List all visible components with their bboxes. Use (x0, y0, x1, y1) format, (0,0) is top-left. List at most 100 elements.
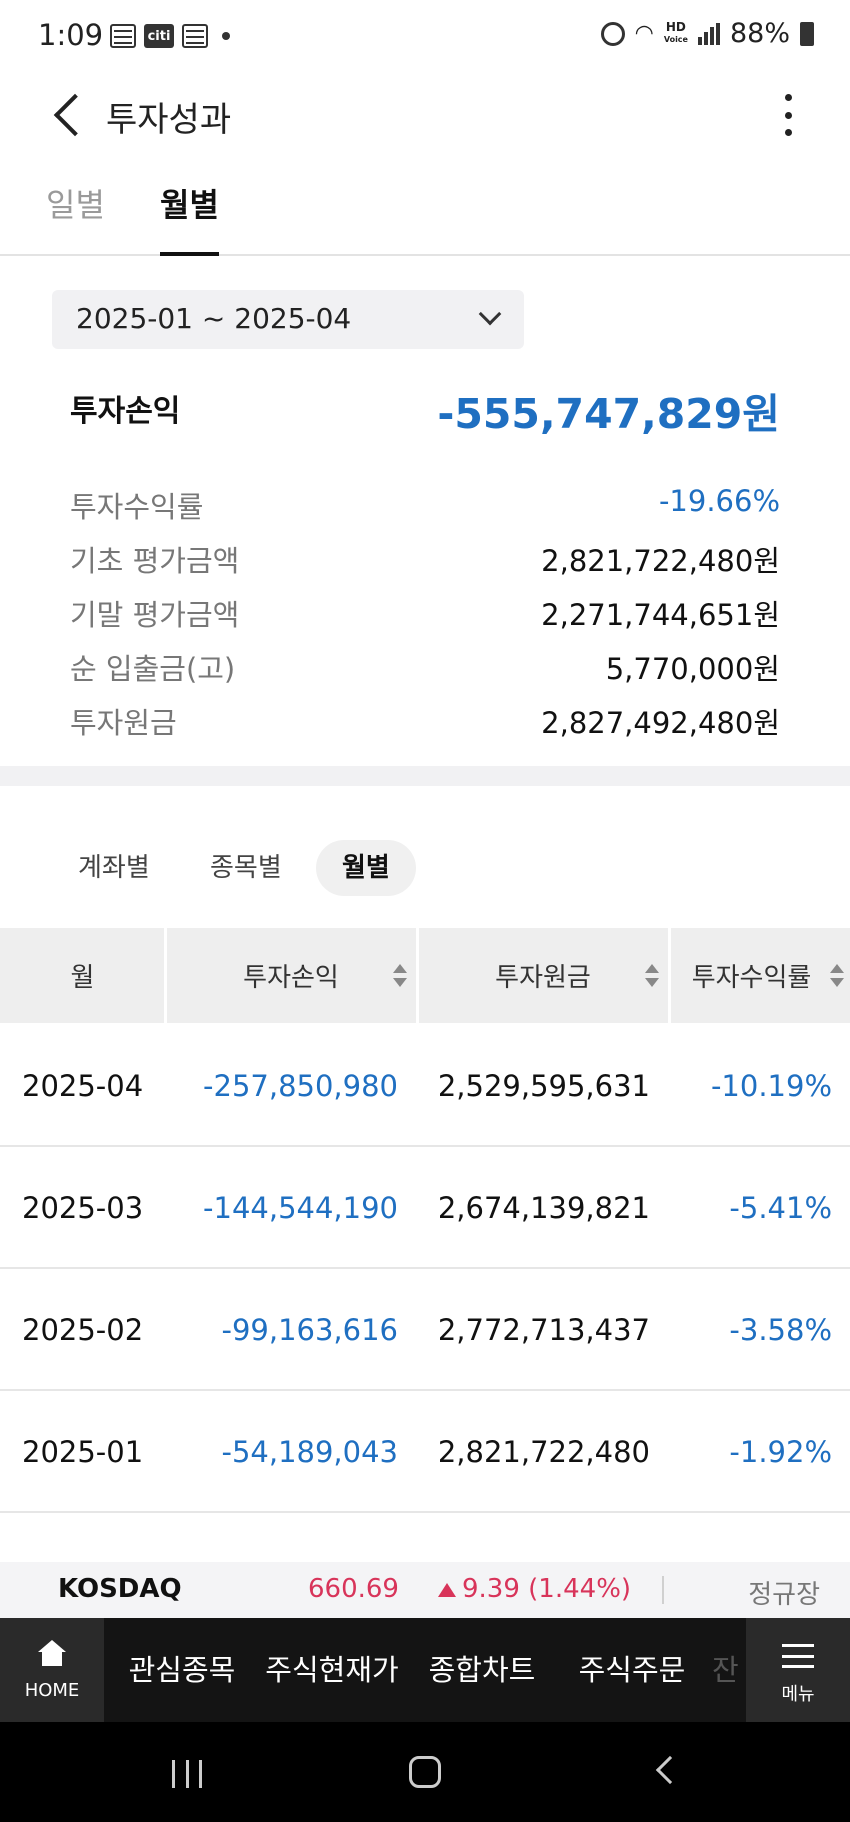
system-home-button[interactable] (409, 1756, 441, 1788)
menu-balance-truncated[interactable]: 잔 (712, 1618, 742, 1722)
sort-icon (830, 964, 844, 988)
calendar-icon (110, 24, 136, 48)
status-bar: 1:09 citi ◠ HD Voice 88% (0, 0, 850, 76)
column-divider (164, 928, 167, 1023)
table-row[interactable]: 2025-02 -99,163,616 2,772,713,437 -3.58% (0, 1269, 850, 1391)
menu-chart[interactable]: 종합차트 (412, 1618, 552, 1722)
summary-row-label: 기말 평가금액 (70, 598, 240, 632)
segment-by-stock[interactable]: 종목별 (184, 840, 308, 896)
summary-row-value: 2,821,722,480원 (541, 544, 780, 578)
summary-row-principal: 투자원금 2,827,492,480원 (70, 700, 780, 740)
column-header-label: 투자수익률 (691, 963, 812, 993)
period-select[interactable]: 2025-01 ~ 2025-04 (52, 290, 524, 349)
more-notifications-icon (222, 32, 230, 40)
period-tabs: 일별 월별 (0, 170, 850, 256)
cell-return-rate: -5.41% (729, 1191, 832, 1225)
divider (662, 1576, 664, 1604)
summary-row-label: 순 입출금(고) (70, 652, 236, 686)
market-status: 정규장 (748, 1580, 820, 1610)
recent-apps-button[interactable] (172, 1760, 202, 1788)
menu-watchlist[interactable]: 관심종목 (112, 1618, 252, 1722)
period-select-value: 2025-01 ~ 2025-04 (76, 302, 352, 335)
cell-return-rate: -3.58% (729, 1313, 832, 1347)
table-row[interactable]: 2025-01 -54,189,043 2,821,722,480 -1.92% (0, 1391, 850, 1513)
chevron-down-icon (478, 302, 502, 326)
status-time: 1:09 (38, 18, 104, 52)
calendar-icon (182, 24, 208, 48)
summary-row-label: 투자원금 (70, 706, 177, 740)
column-header-principal[interactable]: 투자원금 (417, 928, 669, 1023)
alarm-icon (600, 21, 625, 46)
segment-by-month[interactable]: 월별 (316, 840, 416, 896)
cell-pl: -144,544,190 (203, 1191, 398, 1225)
cell-principal: 2,674,139,821 (437, 1191, 650, 1225)
sort-icon (645, 964, 659, 988)
cell-month: 2025-04 (22, 1069, 144, 1103)
section-divider (0, 766, 850, 786)
system-icons: ◠ HD Voice 88% (600, 18, 814, 49)
menu-current-price[interactable]: 주식현재가 (254, 1618, 410, 1722)
hd-voice-icon: HD Voice (663, 20, 688, 44)
tab-monthly[interactable]: 월별 (160, 180, 219, 256)
system-back-button[interactable] (655, 1755, 685, 1785)
column-header-label: 투자손익 (243, 963, 339, 993)
notification-icons: citi (110, 24, 230, 48)
column-header-label: 투자원금 (495, 963, 591, 993)
column-header-label: 월 (70, 963, 95, 993)
back-button[interactable] (48, 90, 88, 140)
app-header: 투자성과 (0, 76, 850, 156)
home-icon (38, 1640, 66, 1666)
segment-by-account[interactable]: 계좌별 (52, 840, 176, 896)
ticker-index-name: KOSDAQ (58, 1574, 182, 1604)
ticker-price: 660.69 (308, 1574, 399, 1604)
summary-row-closing-value: 기말 평가금액 2,271,744,651원 (70, 592, 780, 632)
column-header-month: 월 (0, 928, 165, 1023)
sort-icon (393, 964, 407, 988)
cell-pl: -54,189,043 (221, 1435, 398, 1469)
more-vertical-icon (784, 94, 792, 101)
hamburger-icon (782, 1644, 814, 1668)
summary-row-value: -19.66% (658, 484, 780, 518)
summary-row-value: 2,827,492,480원 (541, 706, 780, 740)
market-ticker[interactable]: KOSDAQ 660.69 9.39 (1.44%) 정규장 (0, 1562, 850, 1618)
cell-pl: -257,850,980 (203, 1069, 398, 1103)
table-row[interactable]: 2025-04 -257,850,980 2,529,595,631 -10.1… (0, 1025, 850, 1147)
cell-principal: 2,529,595,631 (437, 1069, 650, 1103)
cell-return-rate: -1.92% (729, 1435, 832, 1469)
home-button[interactable]: HOME (0, 1618, 104, 1722)
cell-principal: 2,821,722,480 (437, 1435, 650, 1469)
column-header-pl[interactable]: 투자손익 (165, 928, 417, 1023)
table-row[interactable]: 2025-03 -144,544,190 2,674,139,821 -5.41… (0, 1147, 850, 1269)
cell-return-rate: -10.19% (710, 1069, 832, 1103)
table-header: 월 투자손익 투자원금 투자수익률 (0, 928, 850, 1023)
system-navigation-bar (0, 1722, 850, 1822)
full-menu-button[interactable]: 메뉴 (746, 1618, 850, 1722)
summary-pl-label: 투자손익 (70, 394, 181, 429)
summary-row-label: 기초 평가금액 (70, 544, 240, 578)
battery-percent: 88% (729, 18, 790, 49)
cell-month: 2025-02 (22, 1313, 144, 1347)
summary-row-net-deposit: 순 입출금(고) 5,770,000원 (70, 646, 780, 686)
cell-pl: -99,163,616 (221, 1313, 398, 1347)
summary-row-label: 투자수익률 (70, 490, 204, 524)
page-title: 투자성과 (106, 100, 232, 140)
summary-row-return-rate: 투자수익률 -19.66% (70, 484, 780, 524)
cell-month: 2025-01 (22, 1435, 144, 1469)
up-arrow-icon (438, 1583, 456, 1597)
column-header-return-rate[interactable]: 투자수익률 (669, 928, 850, 1023)
citi-app-icon: citi (144, 24, 174, 48)
home-label: HOME (24, 1680, 80, 1701)
signal-icon (697, 22, 720, 45)
ticker-change: 9.39 (1.44%) (462, 1574, 632, 1604)
summary-row-opening-value: 기초 평가금액 2,821,722,480원 (70, 538, 780, 578)
more-options-button[interactable] (778, 90, 798, 140)
cell-month: 2025-03 (22, 1191, 144, 1225)
menu-order[interactable]: 주식주문 (562, 1618, 702, 1722)
summary-row-value: 2,271,744,651원 (541, 598, 780, 632)
summary-row-value: 5,770,000원 (605, 652, 780, 686)
menu-label: 메뉴 (781, 1684, 815, 1705)
bottom-menu-bar: HOME 관심종목 주식현재가 종합차트 주식주문 잔 메뉴 (0, 1618, 850, 1722)
cell-principal: 2,772,713,437 (437, 1313, 650, 1347)
column-divider (416, 928, 419, 1023)
tab-daily[interactable]: 일별 (46, 180, 105, 252)
